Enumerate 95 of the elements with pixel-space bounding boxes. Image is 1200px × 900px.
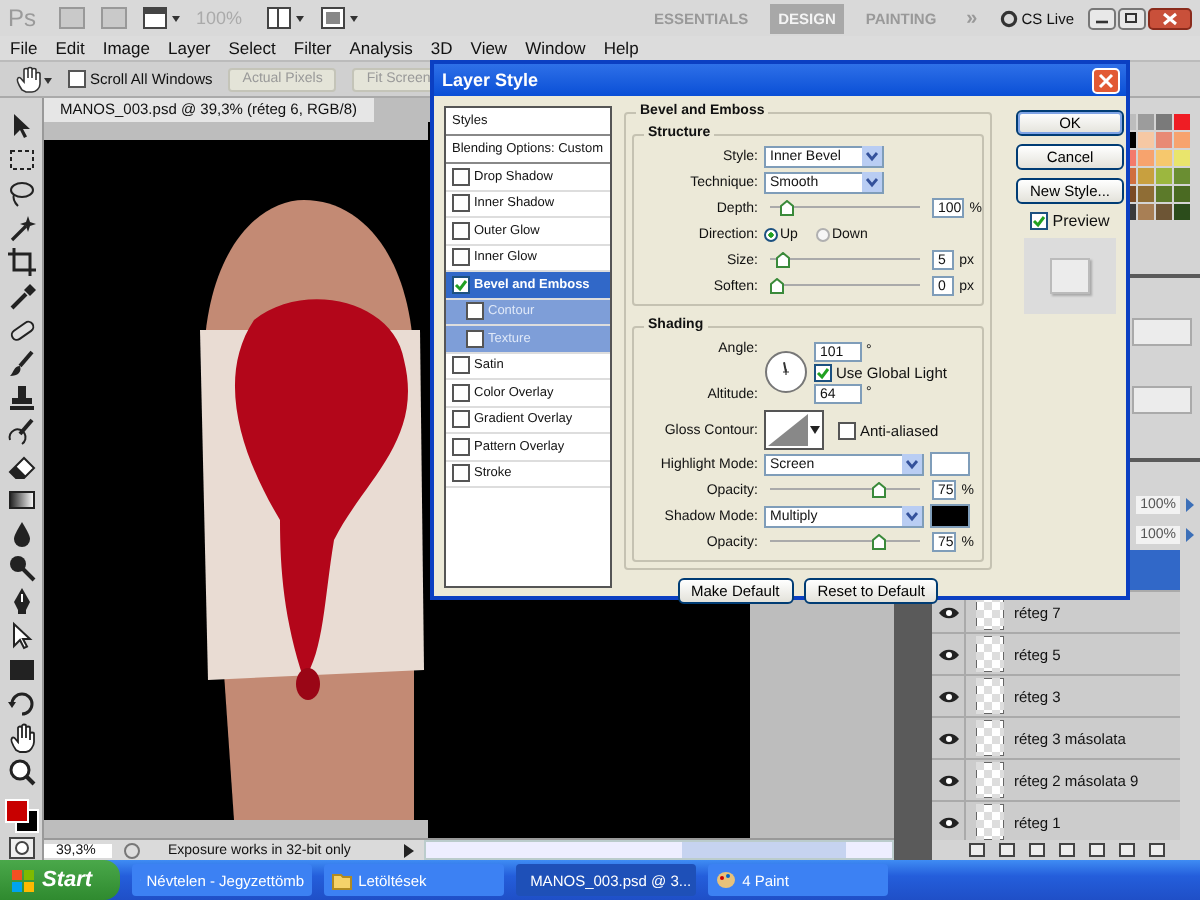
arrange-documents-icon[interactable]	[266, 6, 306, 30]
transparent-thumbnail	[976, 636, 1004, 672]
paint-palette-icon	[716, 870, 737, 890]
menu-item[interactable]: Edit	[55, 38, 85, 58]
ring-icon	[999, 9, 1018, 27]
eye-icon	[937, 647, 959, 661]
caret-icon	[902, 454, 922, 474]
checkbox[interactable]	[452, 437, 470, 456]
checkbox[interactable]	[452, 221, 470, 240]
history-brush-icon[interactable]	[5, 416, 37, 448]
checkbox[interactable]	[68, 70, 86, 88]
wand-icon[interactable]	[5, 212, 37, 244]
arrow-icon	[1184, 528, 1196, 542]
caret-icon	[810, 426, 820, 434]
menu-item[interactable]: 3D	[430, 38, 453, 58]
slider-thumb[interactable]	[780, 200, 795, 216]
arrow-icon	[1184, 498, 1196, 512]
quick-mask-icon[interactable]	[5, 836, 37, 860]
caret-icon	[862, 146, 882, 166]
menu-item[interactable]: View	[470, 38, 508, 58]
menu-item[interactable]: Filter	[293, 38, 332, 58]
rectangle-icon[interactable]	[5, 654, 37, 686]
restore-icon[interactable]	[1118, 7, 1146, 29]
panel-field[interactable]	[1132, 318, 1192, 346]
preview-icon[interactable]	[120, 841, 144, 859]
eye-icon	[937, 689, 959, 703]
transparent-thumbnail	[976, 762, 1004, 798]
marquee-icon[interactable]	[5, 144, 37, 176]
contour-curve-icon	[768, 414, 808, 446]
panel-field[interactable]	[1132, 386, 1192, 414]
crop-icon[interactable]	[5, 246, 37, 278]
menu-item[interactable]: Window	[525, 38, 586, 58]
eyedropper-icon[interactable]	[5, 280, 37, 312]
color-swatches-icon[interactable]	[3, 798, 39, 834]
checkbox[interactable]	[452, 356, 470, 375]
checkbox[interactable]	[452, 167, 470, 186]
checkbox-label: Preview	[1052, 212, 1110, 230]
menu-item[interactable]: Analysis	[349, 38, 413, 58]
checkbox[interactable]	[814, 363, 832, 381]
slider-thumb[interactable]	[770, 278, 784, 294]
stamp-icon[interactable]	[5, 382, 37, 414]
checkbox[interactable]	[452, 194, 470, 213]
hand-icon[interactable]	[12, 65, 52, 93]
transparent-thumbnail	[976, 804, 1004, 840]
checkbox[interactable]	[452, 383, 470, 402]
checkbox[interactable]	[452, 464, 470, 483]
menu-item[interactable]: Select	[228, 38, 276, 58]
transparent-thumbnail	[976, 678, 1004, 714]
caret-icon	[862, 172, 882, 192]
color-swatch[interactable]	[930, 504, 970, 528]
caret-icon	[902, 506, 922, 526]
eye-icon	[937, 731, 959, 745]
view-extras-icon[interactable]	[142, 6, 182, 30]
slider-thumb[interactable]	[872, 482, 886, 498]
eye-icon	[937, 815, 959, 829]
play-icon[interactable]	[400, 841, 416, 859]
slider-thumb[interactable]	[776, 252, 791, 268]
menu-item[interactable]: File	[10, 38, 38, 58]
checkbox[interactable]	[466, 329, 484, 348]
brush-icon[interactable]	[5, 348, 37, 380]
checkbox[interactable]	[1030, 212, 1049, 230]
app-logo: Ps	[8, 4, 39, 32]
contour-picker[interactable]	[764, 410, 824, 450]
dodge-icon[interactable]	[5, 552, 37, 584]
transparent-thumbnail	[976, 720, 1004, 756]
horizontal-scrollbar[interactable]	[424, 840, 894, 860]
checkbox[interactable]	[466, 302, 484, 321]
checkmark-icon	[1032, 214, 1047, 228]
lasso-icon[interactable]	[5, 178, 37, 210]
checkbox[interactable]	[838, 421, 856, 439]
window-title: Layer Style	[442, 70, 539, 90]
radio-button[interactable]	[764, 227, 778, 241]
checkbox[interactable]	[452, 275, 470, 294]
start-button[interactable]: Start	[0, 860, 121, 900]
windows-flag-icon	[12, 869, 34, 891]
angle-dial[interactable]	[764, 350, 808, 394]
close-icon[interactable]	[1148, 7, 1192, 29]
minimize-icon[interactable]	[1088, 7, 1116, 29]
magnifier-icon[interactable]	[5, 756, 37, 788]
checkbox[interactable]	[452, 410, 470, 429]
eye-icon	[937, 605, 959, 619]
rotate-icon[interactable]	[5, 688, 37, 720]
hand-icon[interactable]	[5, 722, 37, 754]
checkmark-icon	[816, 365, 830, 379]
menu-item[interactable]: Help	[603, 38, 639, 58]
checkmark-icon	[454, 277, 468, 292]
checkbox[interactable]	[452, 248, 470, 267]
screen-mode-icon[interactable]	[320, 6, 360, 30]
eye-icon	[937, 773, 959, 787]
menu-item[interactable]: Layer	[167, 38, 211, 58]
preview-tile	[1050, 258, 1090, 294]
menu-item[interactable]: Image	[102, 38, 150, 58]
radio-button[interactable]	[815, 227, 830, 241]
color-swatch[interactable]	[930, 452, 970, 476]
slider-thumb[interactable]	[872, 534, 886, 550]
